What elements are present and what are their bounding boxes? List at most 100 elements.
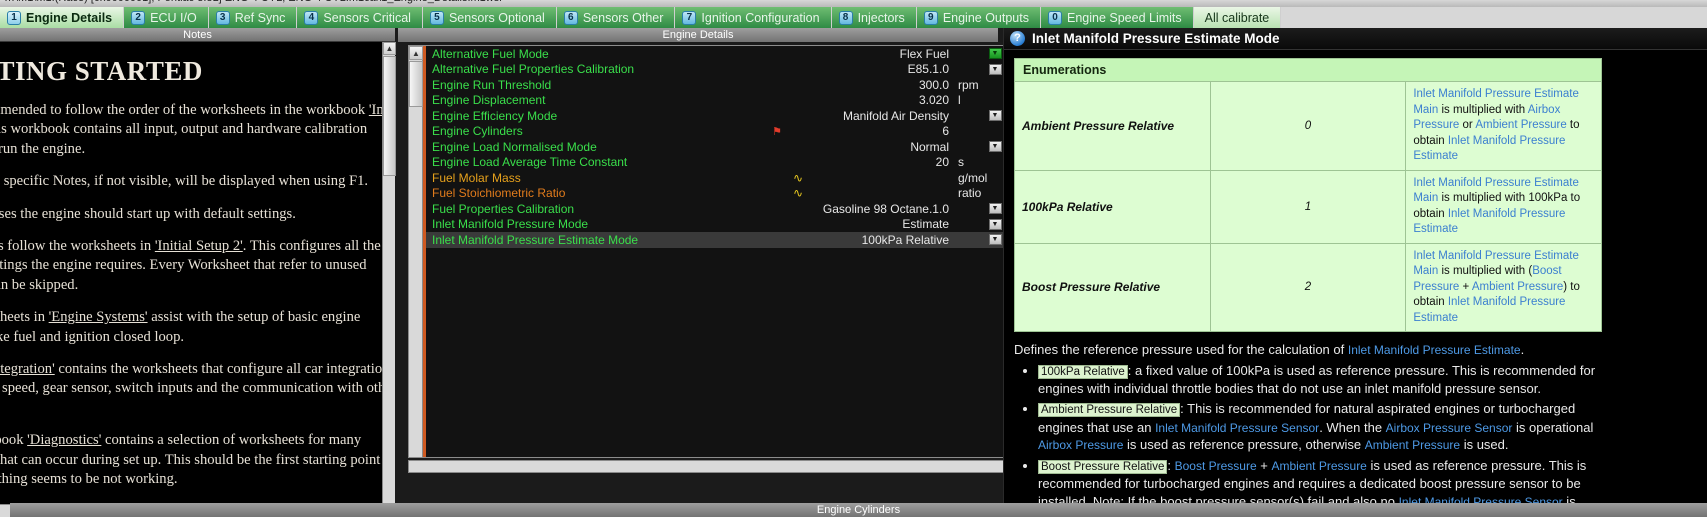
text-run: +	[1459, 280, 1472, 293]
parameter-dropdown-cell[interactable]: ▼	[986, 203, 1004, 215]
notes-paragraph: The worksheets in 'Engine Systems' assis…	[0, 309, 361, 345]
channel-link[interactable]: Airbox Pressure Sensor	[1386, 421, 1513, 435]
grid-vertical-scrollbar[interactable]: ▲	[409, 46, 423, 457]
tab-engine-outputs[interactable]: 9 Engine Outputs	[916, 7, 1041, 28]
enumeration-description: Inlet Manifold Pressure Estimate Main is…	[1405, 242, 1602, 333]
enumeration-value: 1	[1209, 169, 1407, 244]
tab-ecu-i-o[interactable]: 2 ECU I/O	[124, 7, 209, 28]
parameter-row[interactable]: Engine Run Threshold 300.0 rpm	[426, 77, 1004, 93]
parameter-name: Engine Efficiency Mode	[432, 108, 558, 123]
channel-link[interactable]: Ambient Pressure	[1271, 459, 1366, 473]
parameter-name: Engine Load Average Time Constant	[432, 155, 628, 170]
parameter-row[interactable]: Fuel Properties Calibration Gasoline 98 O…	[426, 201, 1004, 217]
parameter-row[interactable]: Engine Cylinders ⚑ 6	[426, 123, 1004, 139]
parameter-dropdown-cell[interactable]: ▼	[986, 63, 1004, 75]
parameter-row[interactable]: Inlet Manifold Pressure Mode Estimate ▼	[426, 216, 1004, 232]
tab-number-badge: 5	[429, 10, 444, 25]
notes-paragraph-list: It is recommended to follow the order of…	[0, 101, 395, 517]
parameter-value[interactable]: Manifold Air Density	[808, 109, 954, 123]
parameter-value[interactable]: 6	[808, 124, 954, 138]
tab-sensors-other[interactable]: 6 Sensors Other	[556, 7, 676, 28]
tab-engine-speed-limits[interactable]: 0 Engine Speed Limits	[1040, 7, 1194, 28]
parameter-dropdown-cell[interactable]: ▼	[986, 110, 1004, 122]
parameter-row[interactable]: Fuel Stoichiometric Ratio ∿ ratio	[426, 185, 1004, 201]
tab-all-calibrate[interactable]: All calibrate	[1193, 7, 1282, 28]
tab-label: Injectors	[857, 10, 905, 25]
tab-label: Ref Sync	[234, 10, 286, 25]
parameter-dropdown-cell[interactable]: ▼	[986, 234, 1004, 246]
parameter-row[interactable]: Engine Efficiency Mode Manifold Air Densi…	[426, 108, 1004, 124]
enum-highlight-tag: 100kPa Relative	[1038, 365, 1128, 380]
flag-marker-icon[interactable]: ⚑	[766, 125, 788, 138]
channel-link[interactable]: Ambient Pressure	[1475, 119, 1566, 131]
help-question-icon: ?	[1010, 31, 1025, 46]
scroll-thumb[interactable]	[383, 56, 396, 176]
parameter-name: Engine Cylinders	[432, 124, 523, 139]
parameter-value[interactable]: E85.1.0	[808, 62, 954, 76]
chevron-down-icon[interactable]: ▼	[988, 218, 1002, 230]
enumeration-value: 2	[1209, 242, 1407, 333]
chevron-down-icon[interactable]: ▼	[988, 203, 1002, 215]
parameter-dropdown-cell[interactable]: ▼	[986, 141, 1004, 153]
parameter-name: Alternative Fuel Mode	[432, 46, 549, 61]
tab-injectors[interactable]: 8 Injectors	[831, 7, 917, 28]
tab-ref-sync[interactable]: 3 Ref Sync	[208, 7, 298, 28]
parameter-value[interactable]: Normal	[808, 140, 954, 154]
parameter-name: Alternative Fuel Properties Calibration	[432, 62, 635, 77]
chevron-down-icon[interactable]: ▼	[988, 141, 1002, 153]
tab-engine-details[interactable]: 1 Engine Details	[0, 7, 125, 28]
parameter-row[interactable]: Alternative Fuel Properties Calibration E…	[426, 61, 1004, 77]
channel-link[interactable]: Airbox Pressure	[1038, 438, 1123, 452]
notes-vertical-scrollbar[interactable]: ▲	[382, 42, 396, 517]
channel-link[interactable]: Inlet Manifold Pressure Estimate	[1348, 343, 1521, 357]
parameter-value[interactable]: Gasoline 98 Octane.1.0	[808, 202, 954, 216]
parameter-unit: ratio	[958, 186, 982, 201]
chevron-down-icon[interactable]: ▼	[988, 63, 1002, 75]
scroll-up-icon[interactable]: ▲	[383, 42, 396, 55]
enum-highlight-tag: Ambient Pressure Relative	[1038, 403, 1181, 418]
parameter-row[interactable]: Engine Load Average Time Constant 20 s	[426, 154, 1004, 170]
parameter-grid[interactable]: ▲ Alternative Fuel Mode Flex Fuel ▼ Alterna…	[408, 45, 1005, 458]
channel-link[interactable]: Ambient Pressure	[1365, 438, 1460, 452]
parameter-value[interactable]: 20	[808, 155, 954, 169]
text-run: Defines the reference pressure used for …	[1014, 342, 1348, 358]
grid-horizontal-scrollbar[interactable]	[408, 460, 1005, 473]
parameter-value[interactable]: Estimate	[808, 217, 954, 231]
tab-number-badge: 7	[682, 10, 697, 25]
notes-content: GETTING STARTED It is recommended to fol…	[0, 48, 395, 517]
live-channel-icon: ∿	[792, 186, 804, 201]
notes-paragraph: It is recommended to follow the order of…	[0, 102, 395, 157]
parameter-row[interactable]: Engine Load Normalised Mode Normal ▼	[426, 139, 1004, 155]
chevron-down-icon[interactable]: ▼	[988, 234, 1002, 246]
window-title-sliver: …\M1\M1.(Race) [0x0000001], Pontiac 3.8L…	[0, 0, 1707, 7]
notes-caption: Notes	[0, 28, 395, 42]
parameter-dropdown-cell[interactable]: ▼	[986, 218, 1004, 230]
worksheet-tab-bar[interactable]: 1 Engine Details 2 ECU I/O 3 Ref Sync 4 Sensors…	[0, 7, 1707, 28]
tab-sensors-optional[interactable]: 5 Sensors Optional	[422, 7, 557, 28]
channel-link[interactable]: Boost Pressure	[1175, 459, 1257, 473]
tab-label: Engine Speed Limits	[1066, 10, 1182, 25]
parameter-dropdown-cell[interactable]: ▼	[986, 48, 1004, 60]
parameter-value[interactable]: 3.020	[808, 93, 954, 107]
grid-scroll-up-icon[interactable]: ▲	[409, 46, 423, 60]
parameter-row[interactable]: Fuel Molar Mass ∿ g/mol	[426, 170, 1004, 186]
parameter-row[interactable]: Alternative Fuel Mode Flex Fuel ▼	[426, 46, 1004, 62]
channel-link[interactable]: Inlet Manifold Pressure Sensor	[1155, 421, 1319, 435]
parameter-value[interactable]: Flex Fuel	[808, 47, 954, 61]
parameter-value[interactable]: 300.0	[808, 78, 954, 92]
grid-row-list[interactable]: Alternative Fuel Mode Flex Fuel ▼ Alternati…	[426, 46, 1004, 457]
window-title-text: …\M1\M1.(Race) [0x0000001], Pontiac 3.8L…	[4, 0, 502, 4]
parameter-value[interactable]: 100kPa Relative	[808, 233, 954, 247]
notes-paragraph: In most cases the engine should start up…	[0, 205, 296, 222]
enumerations-table: Enumerations Ambient Pressure Relative 0 I…	[1014, 58, 1602, 333]
tab-sensors-critical[interactable]: 4 Sensors Critical	[297, 7, 423, 28]
parameter-row[interactable]: Engine Displacement 3.020 l	[426, 92, 1004, 108]
parameter-row[interactable]: Inlet Manifold Pressure Estimate Mode 100…	[426, 232, 1004, 248]
tab-ignition-configuration[interactable]: 7 Ignition Configuration	[675, 7, 832, 28]
chevron-down-icon[interactable]: ▼	[988, 48, 1002, 60]
tab-number-badge: 8	[838, 10, 853, 25]
chevron-down-icon[interactable]: ▼	[988, 110, 1002, 122]
grid-scroll-thumb[interactable]	[409, 61, 423, 107]
live-channel-icon: ∿	[792, 170, 804, 185]
channel-link[interactable]: Ambient Pressure	[1472, 281, 1563, 293]
